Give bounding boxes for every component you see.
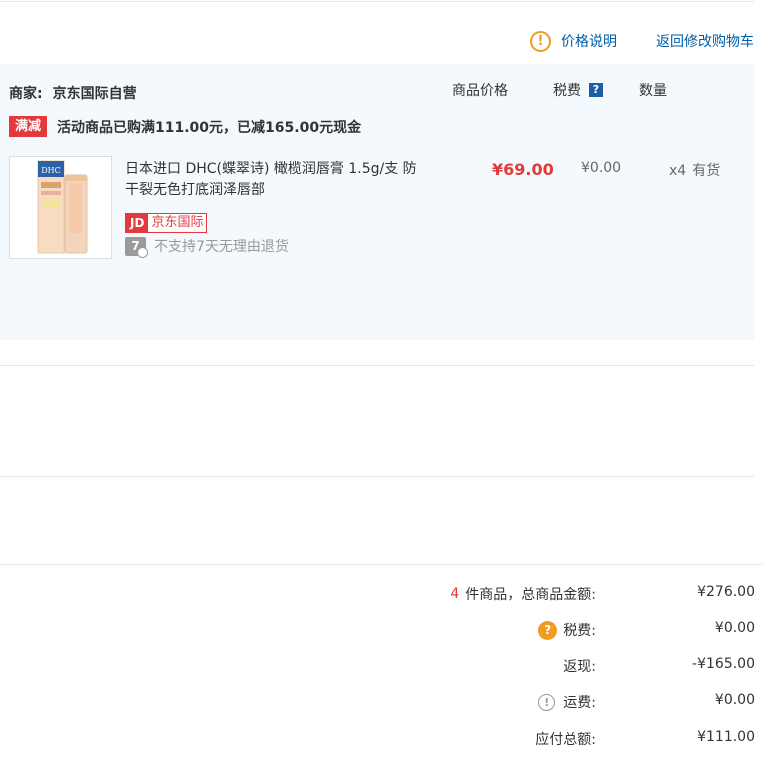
- jd-international-badge: JD 京东国际: [125, 213, 208, 233]
- column-header-tax: 税费 ?: [553, 80, 603, 100]
- summary-rebate-row: 返现: -¥165.00: [0, 656, 763, 678]
- product-price: ¥69.00: [492, 160, 554, 179]
- summary-shipping-value: ¥0.00: [714, 692, 755, 708]
- column-header-price: 商品价格: [452, 83, 508, 99]
- summary-total-value: ¥276.00: [697, 584, 755, 600]
- summary-payable-row: 应付总额: ¥111.00: [0, 729, 763, 751]
- summary-tax-value: ¥0.00: [714, 620, 755, 636]
- total-label-text: 件商品，总商品金额:: [465, 587, 596, 603]
- summary-rebate-label: 返现:: [563, 656, 596, 676]
- product-tax: ¥0.00: [581, 160, 622, 176]
- jd-logo-icon: JD: [126, 214, 149, 232]
- divider: [0, 365, 754, 366]
- summary-shipping-label: ! 运费:: [538, 692, 596, 712]
- divider: [0, 564, 763, 565]
- summary-payable-value: ¥111.00: [697, 729, 755, 745]
- item-count: 4: [450, 586, 460, 602]
- product-title[interactable]: 日本进口 DHC(蝶翠诗) 橄榄润唇膏 1.5g/支 防干裂无色打底润泽唇部: [125, 159, 425, 201]
- promo-text: 活动商品已购满111.00元，已减165.00元现金: [57, 119, 362, 136]
- product-image-brand: DHC: [41, 166, 61, 175]
- summary-tax-row: ? 税费: ¥0.00: [0, 620, 763, 642]
- promo-row: 满减 活动商品已购满111.00元，已减165.00元现金: [9, 116, 361, 137]
- promo-tag: 满减: [9, 116, 48, 137]
- info-icon: !: [530, 30, 551, 52]
- jd-international-text: 京东国际: [151, 215, 204, 230]
- product-image[interactable]: DHC: [9, 156, 112, 259]
- summary-rebate-value: -¥165.00: [692, 656, 755, 672]
- summary-tax-label: ? 税费:: [538, 620, 596, 640]
- no-return-text: 不支持7天无理由退货: [154, 239, 289, 255]
- column-header-tax-label: 税费: [553, 83, 581, 99]
- vendor-label: 商家:: [9, 86, 43, 102]
- stock-status: 有货: [692, 163, 721, 179]
- shipping-info-icon[interactable]: !: [538, 693, 556, 711]
- divider: [0, 476, 754, 477]
- no-return-notice: 7 不支持7天无理由退货: [125, 236, 289, 258]
- summary-total-row: 4 件商品，总商品金额: ¥276.00: [0, 584, 763, 606]
- order-panel: 商家: 京东国际自营 商品价格 税费 ? 数量 满减 活动商品已购满111.00元…: [0, 64, 754, 340]
- lip-balm-image: DHC: [10, 157, 111, 258]
- summary-total-label: 4 件商品，总商品金额:: [450, 584, 596, 604]
- shipping-label-text: 运费:: [563, 695, 596, 711]
- back-to-cart-link[interactable]: 返回修改购物车: [656, 31, 754, 51]
- vendor: 商家: 京东国际自营: [9, 83, 137, 103]
- price-note-link[interactable]: 价格说明: [561, 31, 617, 51]
- tax-label-text: 税费:: [563, 623, 596, 639]
- payable-label-text: 应付总额:: [535, 732, 596, 748]
- help-icon[interactable]: ?: [589, 83, 603, 97]
- column-header-qty: 数量: [639, 83, 667, 99]
- summary-shipping-row: ! 运费: ¥0.00: [0, 692, 763, 714]
- top-links: ! 价格说明 返回修改购物车: [530, 30, 754, 52]
- product-qty: x4 有货: [669, 160, 720, 180]
- qty-value: x4: [669, 163, 687, 179]
- summary-payable-label: 应付总额:: [535, 729, 596, 749]
- vendor-name: 京东国际自营: [52, 86, 137, 102]
- top-divider: [0, 1, 754, 2]
- tax-help-icon[interactable]: ?: [538, 620, 558, 640]
- seven-day-return-icon: 7: [125, 236, 148, 258]
- rebate-label-text: 返现:: [563, 659, 596, 675]
